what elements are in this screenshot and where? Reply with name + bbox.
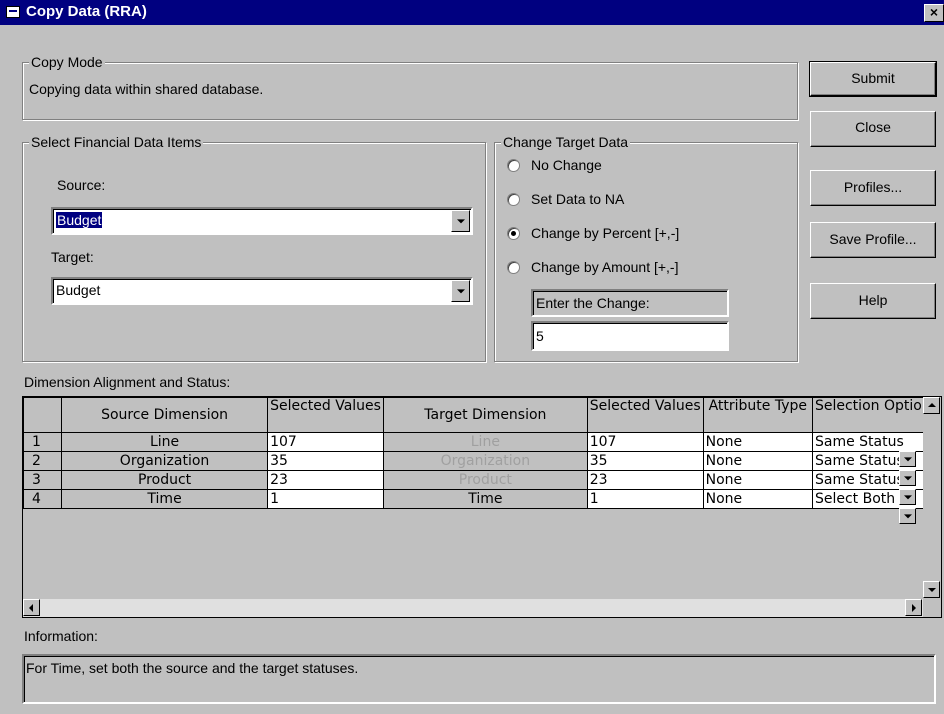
radio-change-amount[interactable] — [507, 261, 520, 274]
change-target-legend: Change Target Data — [501, 134, 631, 150]
enter-change-value: 5 — [536, 328, 544, 344]
selection-option-cell[interactable]: Same Status — [811, 470, 941, 490]
header-selection-options: Selection Options — [811, 397, 941, 433]
window-icon — [6, 6, 20, 18]
window-title: Copy Data (RRA) — [26, 3, 147, 20]
table-header-row: Source Dimension Selected Values Target … — [23, 397, 941, 433]
target-dimension-cell: Organization — [382, 451, 588, 471]
table-row[interactable]: 4 Time 1 Time 1 None Select Both — [23, 489, 941, 509]
information-label: Information: — [24, 628, 98, 644]
attribute-type-cell[interactable]: None — [702, 470, 813, 490]
horizontal-scrollbar[interactable] — [23, 599, 923, 617]
information-text: For Time, set both the source and the ta… — [26, 660, 359, 676]
source-values-cell[interactable]: 23 — [267, 470, 384, 490]
radio-no-change[interactable] — [507, 159, 520, 172]
attribute-type-cell[interactable]: None — [702, 451, 813, 471]
attribute-type-cell[interactable]: None — [702, 432, 813, 452]
save-profile-label: Save Profile... — [829, 231, 917, 247]
radio-set-na[interactable] — [507, 193, 520, 206]
selection-option-cell[interactable]: Select Both — [811, 489, 941, 509]
radio-change-amount-label[interactable]: Change by Amount [+,-] — [531, 259, 678, 275]
copy-mode-group: Copy Mode Copying data within shared dat… — [22, 54, 798, 120]
source-combo[interactable]: Budget — [51, 207, 473, 235]
source-value: Budget — [54, 211, 104, 229]
financial-data-group: Select Financial Data Items Source: Budg… — [22, 134, 486, 362]
row-number: 4 — [23, 489, 63, 509]
target-label: Target: — [51, 249, 94, 265]
target-combo[interactable]: Budget — [51, 277, 473, 305]
selection-option-cell[interactable]: Same Status — [811, 432, 941, 452]
profiles-label: Profiles... — [843, 179, 903, 195]
dropdown-arrow-icon[interactable] — [451, 280, 470, 302]
dropdown-arrow-icon[interactable] — [899, 508, 916, 524]
close-icon[interactable]: × — [924, 4, 944, 22]
scroll-right-icon[interactable] — [905, 599, 922, 616]
radio-set-na-label[interactable]: Set Data to NA — [531, 191, 624, 207]
dimension-table: Source Dimension Selected Values Target … — [23, 397, 941, 509]
submit-button[interactable]: Submit — [809, 61, 937, 97]
dropdown-arrow-icon[interactable] — [451, 210, 470, 232]
radio-change-percent-label[interactable]: Change by Percent [+,-] — [531, 225, 679, 241]
source-dimension-cell[interactable]: Time — [61, 489, 269, 509]
save-profile-button[interactable]: Save Profile... — [810, 222, 936, 258]
dropdown-arrow-icon[interactable] — [899, 451, 916, 467]
source-dimension-cell[interactable]: Product — [61, 470, 269, 490]
target-values-cell[interactable]: 1 — [586, 489, 704, 509]
row-number: 3 — [23, 470, 63, 490]
attribute-type-cell[interactable]: None — [702, 489, 813, 509]
target-value: Budget — [56, 282, 101, 298]
financial-legend: Select Financial Data Items — [29, 134, 204, 150]
header-target-dimension: Target Dimension — [382, 397, 588, 433]
header-attribute-type: Attribute Type — [702, 397, 813, 433]
submit-label: Submit — [851, 70, 895, 86]
enter-change-input[interactable]: 5 — [531, 321, 729, 351]
row-number: 1 — [23, 432, 63, 452]
information-box: For Time, set both the source and the ta… — [22, 654, 936, 704]
scroll-down-icon[interactable] — [923, 581, 940, 598]
target-values-cell[interactable]: 107 — [586, 432, 704, 452]
table-row[interactable]: 1 Line 107 Line 107 None Same Status — [23, 432, 941, 452]
enter-change-label: Enter the Change: — [536, 295, 650, 311]
source-label: Source: — [57, 177, 106, 193]
header-selected-values: Selected Values — [267, 397, 384, 433]
dropdown-arrow-icon[interactable] — [899, 470, 916, 486]
table-row[interactable]: 3 Product 23 Product 23 None Same Status — [23, 470, 941, 490]
dimension-grid[interactable]: Source Dimension Selected Values Target … — [22, 396, 942, 618]
close-label: Close — [855, 119, 891, 135]
source-dimension-cell[interactable]: Organization — [61, 451, 269, 471]
vertical-scrollbar[interactable] — [923, 397, 941, 599]
enter-change-label-box: Enter the Change: — [531, 289, 729, 317]
copy-mode-text: Copying data within shared database. — [29, 81, 264, 97]
row-number: 2 — [23, 451, 63, 471]
header-source-dimension: Source Dimension — [61, 397, 269, 433]
selection-option-cell[interactable]: Same Status — [811, 451, 941, 471]
header-selected-values-target: Selected Values — [586, 397, 704, 433]
target-dimension-cell: Product — [382, 470, 588, 490]
copy-mode-legend: Copy Mode — [29, 54, 105, 70]
help-label: Help — [858, 292, 888, 308]
table-row[interactable]: 2 Organization 35 Organization 35 None S… — [23, 451, 941, 471]
corner-cell — [23, 397, 63, 433]
target-dimension-cell[interactable]: Time — [382, 489, 588, 509]
scroll-up-icon[interactable] — [923, 397, 940, 414]
scroll-left-icon[interactable] — [23, 599, 40, 616]
dimension-label: Dimension Alignment and Status: — [24, 374, 231, 390]
title-bar: Copy Data (RRA) × — [0, 0, 944, 25]
radio-change-percent[interactable] — [507, 227, 520, 240]
target-dimension-cell: Line — [382, 432, 588, 452]
change-target-group: Change Target Data No Change Set Data to… — [494, 134, 798, 362]
profiles-button[interactable]: Profiles... — [810, 170, 936, 206]
close-button[interactable]: Close — [810, 111, 936, 147]
source-values-cell[interactable]: 35 — [267, 451, 384, 471]
dropdown-arrow-icon[interactable] — [899, 489, 916, 505]
help-button[interactable]: Help — [810, 283, 936, 319]
target-values-cell[interactable]: 35 — [586, 451, 704, 471]
radio-no-change-label[interactable]: No Change — [531, 157, 602, 173]
source-dimension-cell[interactable]: Line — [61, 432, 269, 452]
source-values-cell[interactable]: 1 — [267, 489, 384, 509]
source-values-cell[interactable]: 107 — [267, 432, 384, 452]
target-values-cell[interactable]: 23 — [586, 470, 704, 490]
